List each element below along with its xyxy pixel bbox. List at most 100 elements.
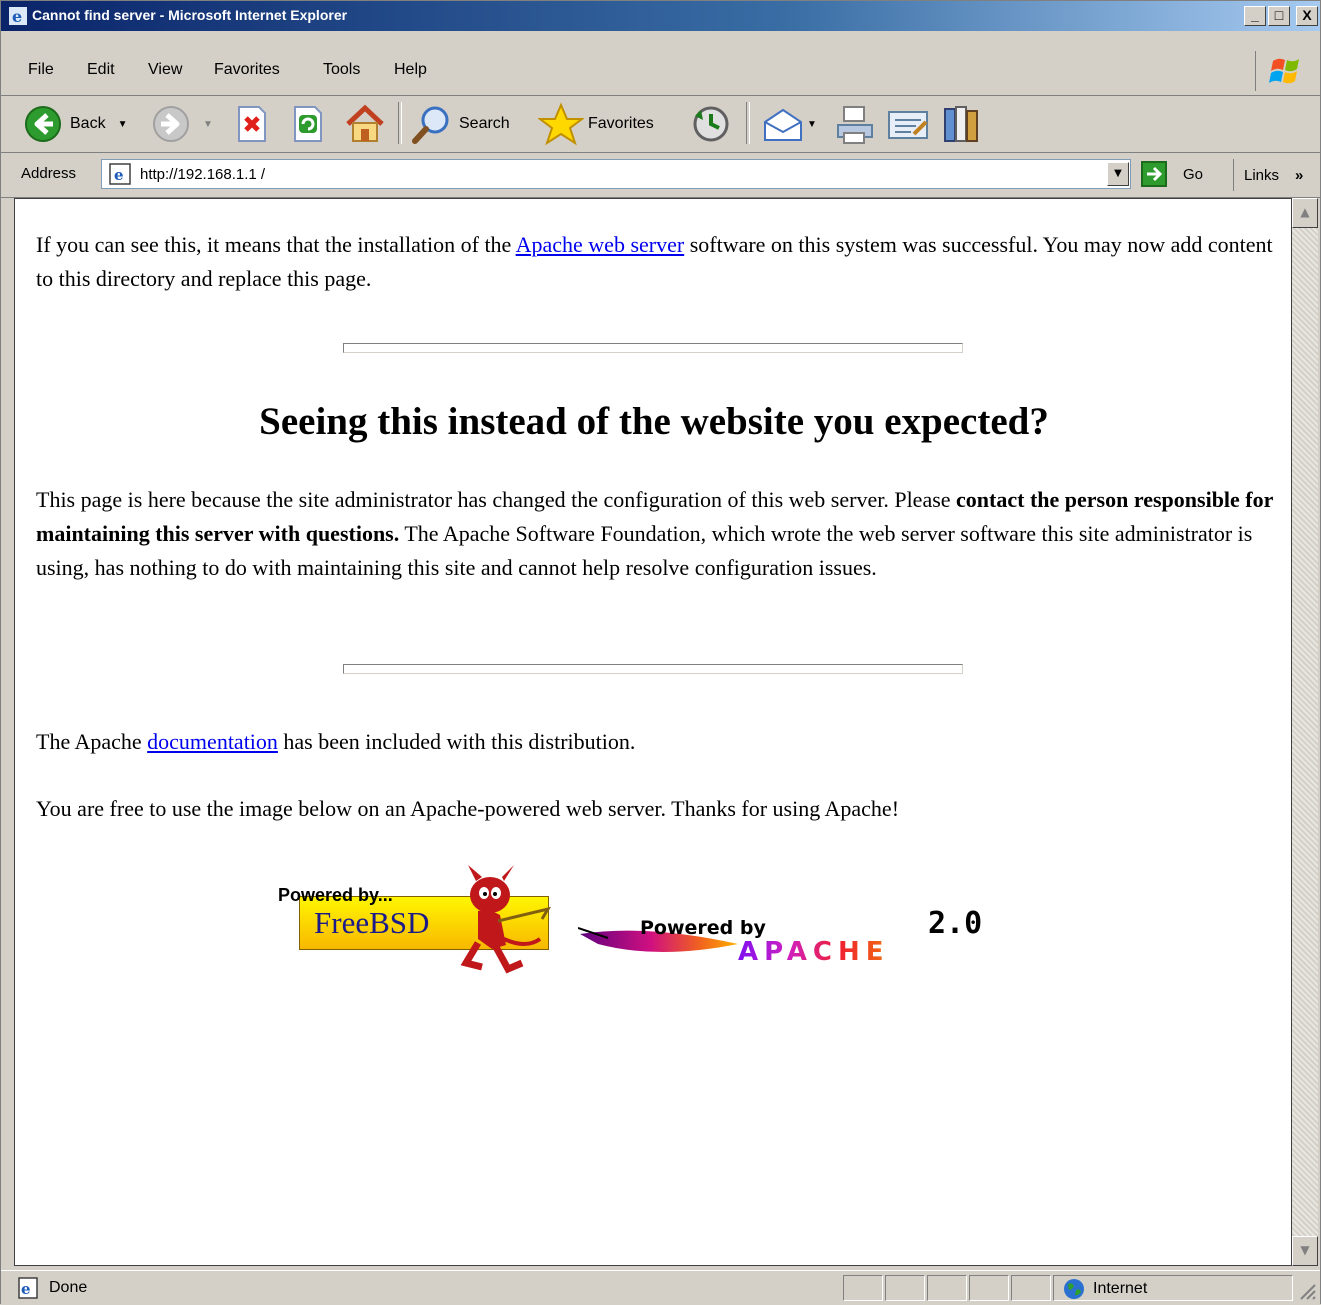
status-text: Done	[49, 1279, 88, 1296]
page-content: If you can see this, it means that the i…	[14, 198, 1292, 1266]
forward-arrow-icon	[153, 106, 189, 142]
stop-button[interactable]	[235, 96, 269, 152]
address-url: http://192.168.1.1 /	[140, 166, 266, 183]
toolbar-separator-2	[746, 102, 750, 144]
refresh-icon	[294, 106, 322, 142]
favorites-star-icon	[538, 102, 584, 146]
explanation-paragraph: This page is here because the site admin…	[36, 483, 1281, 585]
back-button[interactable]: Back ▼	[23, 96, 127, 152]
svg-text:e: e	[12, 7, 22, 25]
links-chevron-icon[interactable]: »	[1295, 167, 1303, 184]
status-cell	[969, 1275, 1009, 1301]
edit-button[interactable]	[886, 96, 930, 152]
refresh-button[interactable]	[291, 96, 325, 152]
mail-button[interactable]: ▼	[761, 96, 817, 152]
print-icon	[837, 106, 873, 144]
status-cell	[927, 1275, 967, 1301]
forward-dropdown-icon[interactable]: ▼	[203, 119, 213, 130]
intro-text: If you can see this, it means that the i…	[36, 232, 516, 257]
resize-grip-icon[interactable]	[1297, 1281, 1317, 1301]
links-label: Links	[1244, 166, 1280, 184]
minimize-button[interactable]: _	[1244, 6, 1266, 26]
apache-powered-by: Powered by	[640, 917, 766, 939]
research-books-icon	[944, 106, 978, 142]
vertical-scrollbar[interactable]: ▲ ▼	[1292, 198, 1318, 1266]
print-button[interactable]	[834, 96, 876, 152]
mail-dropdown-icon[interactable]: ▼	[807, 119, 817, 130]
search-label: Search	[459, 115, 510, 132]
go-label: Go	[1183, 165, 1204, 183]
edit-page-icon	[888, 111, 928, 139]
go-button[interactable]: Go	[1141, 161, 1203, 187]
address-dropdown-button[interactable]: ▼	[1107, 162, 1129, 186]
apache-web-server-link[interactable]: Apache web server	[516, 232, 685, 257]
back-dropdown-icon[interactable]: ▼	[118, 119, 128, 130]
close-button[interactable]: X	[1296, 6, 1318, 26]
ie-logo-icon: e	[9, 7, 27, 25]
history-icon	[693, 106, 729, 142]
page-done-icon: e	[18, 1277, 38, 1299]
svg-text:e: e	[114, 166, 124, 184]
documentation-link[interactable]: documentation	[147, 729, 278, 754]
security-zone[interactable]: Internet	[1063, 1278, 1147, 1300]
status-cell	[1011, 1275, 1051, 1301]
menu-favorites[interactable]: Favorites	[214, 61, 280, 79]
apache-version: 2.0	[928, 906, 983, 941]
status-bar: e Done Internet	[1, 1270, 1320, 1305]
horizontal-rule-2	[343, 664, 963, 674]
intro-paragraph: If you can see this, it means that the i…	[36, 228, 1276, 296]
apache-logo[interactable]: Powered by 2.0 APACHE	[578, 906, 1038, 974]
address-bar: Address e http://192.168.1.1 / ▼ Go Link…	[1, 152, 1320, 198]
menu-view[interactable]: View	[148, 61, 182, 79]
home-icon	[346, 104, 384, 142]
title-bar[interactable]: e Cannot find server - Microsoft Interne…	[1, 1, 1320, 31]
menu-bar: File Edit View Favorites Tools Help	[1, 33, 1320, 93]
address-input[interactable]: e http://192.168.1.1 / ▼	[101, 159, 1131, 189]
window-title: Cannot find server - Microsoft Internet …	[32, 7, 348, 23]
status-cell	[843, 1275, 883, 1301]
scroll-down-button[interactable]: ▼	[1292, 1236, 1318, 1266]
address-label: Address	[21, 165, 77, 182]
status-cell	[885, 1275, 925, 1301]
mail-icon	[764, 108, 802, 141]
freebsd-name: FreeBSD	[314, 905, 430, 940]
docs-text: The Apache	[36, 729, 148, 754]
back-label: Back	[70, 115, 106, 132]
menu-help[interactable]: Help	[394, 61, 427, 79]
page-icon: e	[109, 163, 131, 185]
menu-tools[interactable]: Tools	[323, 61, 360, 79]
windows-flag-icon	[1269, 58, 1299, 84]
toolbar-separator	[398, 102, 402, 144]
scroll-up-button[interactable]: ▲	[1292, 198, 1318, 228]
history-button[interactable]	[689, 96, 733, 152]
go-arrow-icon	[1141, 161, 1167, 187]
forward-button[interactable]: ▼	[151, 96, 213, 152]
freebsd-powered-by: Powered by...	[278, 885, 393, 905]
search-icon	[412, 106, 449, 144]
browser-window: e Cannot find server - Microsoft Interne…	[0, 0, 1321, 1305]
page-heading: Seeing this instead of the website you e…	[259, 400, 1049, 443]
maximize-button[interactable]: □	[1268, 6, 1290, 26]
back-arrow-icon	[25, 106, 61, 142]
menu-file[interactable]: File	[28, 61, 54, 79]
svg-text:e: e	[21, 1280, 31, 1298]
docs-text-end: has been included with this distribution…	[277, 729, 636, 754]
horizontal-rule	[343, 343, 963, 353]
bsd-daemon-icon	[460, 865, 552, 974]
freebsd-logo[interactable]: Powered by... FreeBSD	[278, 859, 578, 979]
menu-divider	[1255, 51, 1256, 91]
free-image-paragraph: You are free to use the image below on a…	[36, 796, 900, 821]
standard-toolbar: Back ▼ ▼ Search Favorites ▼	[1, 95, 1320, 153]
search-button[interactable]: Search	[411, 96, 510, 152]
internet-globe-icon	[1064, 1279, 1084, 1299]
favorites-button[interactable]: Favorites	[538, 96, 654, 152]
links-bar[interactable]: Links »	[1233, 159, 1303, 191]
research-button[interactable]	[941, 96, 983, 152]
explanation-text: This page is here because the site admin…	[36, 487, 957, 512]
home-button[interactable]	[344, 96, 386, 152]
menu-edit[interactable]: Edit	[87, 61, 115, 79]
stop-icon	[238, 106, 266, 142]
docs-paragraph: The Apache documentation has been includ…	[36, 725, 1276, 759]
favorites-label: Favorites	[588, 115, 654, 132]
zone-label: Internet	[1093, 1280, 1148, 1297]
